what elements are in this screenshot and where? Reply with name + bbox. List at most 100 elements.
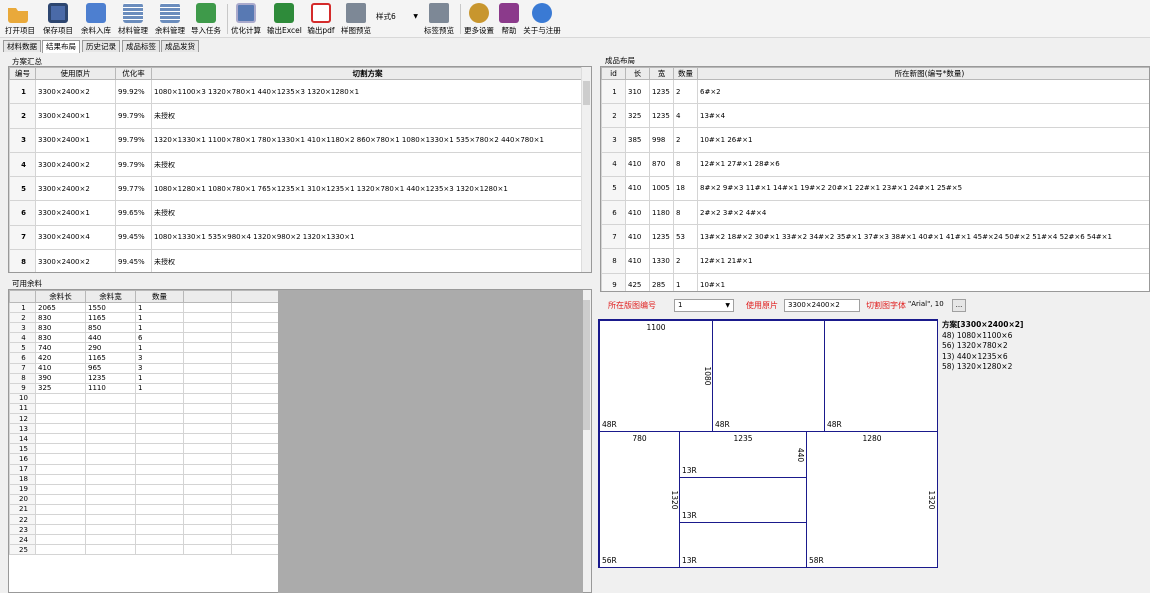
table-cell[interactable]: 1235	[649, 224, 674, 250]
table-cell[interactable]: 99.79%	[115, 151, 152, 178]
table-cell[interactable]: 2#×2 3#×2 4#×4	[697, 199, 1149, 226]
table-cell[interactable]	[85, 463, 136, 475]
table-row[interactable]: 3 385 998 2 10#×1 26#×1	[601, 127, 1149, 153]
table-row[interactable]: 1 3300×2400×2 99.92% 1080×1100×3 1320×780×1…	[9, 78, 584, 105]
table-cell[interactable]	[135, 534, 184, 546]
table-cell[interactable]: 410	[625, 151, 650, 177]
table-cell[interactable]: 4	[9, 151, 36, 178]
table-cell[interactable]: 9	[601, 272, 626, 291]
table-cell[interactable]: 3	[601, 127, 626, 153]
table-cell[interactable]: 2	[601, 103, 626, 129]
table-cell[interactable]: 19	[9, 483, 36, 495]
table-cell[interactable]	[135, 433, 184, 445]
table-cell[interactable]: 310	[625, 78, 650, 105]
table-row[interactable]: 4 410 870 8 12#×1 27#×1 28#×6	[601, 151, 1149, 177]
table-cell[interactable]: 285	[649, 272, 674, 291]
table-cell[interactable]	[85, 392, 136, 404]
column-header[interactable]: 余料长	[35, 290, 86, 303]
column-header[interactable]: 数量	[673, 67, 698, 80]
table-cell[interactable]: 1550	[85, 301, 136, 314]
table-cell[interactable]	[135, 493, 184, 505]
table-cell[interactable]: 99.79%	[115, 127, 152, 153]
table-row[interactable]: 4 3300×2400×2 99.79% 未授权	[9, 151, 584, 178]
table-cell[interactable]: 24	[9, 534, 36, 546]
table-row[interactable]: 2 325 1235 4 13#×4	[601, 103, 1149, 129]
table-cell[interactable]: 99.77%	[115, 176, 152, 202]
table-cell[interactable]: 13#×4	[697, 103, 1149, 129]
table-cell[interactable]	[85, 453, 136, 465]
layout-piece[interactable]: 1235 440 13R	[679, 431, 807, 478]
table-cell[interactable]	[35, 402, 86, 415]
table-cell[interactable]: 998	[649, 127, 674, 153]
table-cell[interactable]: 4	[673, 103, 698, 129]
table-row[interactable]: 7 410 965 3	[9, 362, 280, 374]
table-row[interactable]: 5 410 1005 18 8#×2 9#×3 11#×1 14#×1 19#×2 20…	[601, 175, 1149, 201]
table-cell[interactable]: 1180	[649, 199, 674, 226]
table-cell[interactable]	[135, 524, 184, 536]
column-header[interactable]: 使用原片	[35, 67, 116, 80]
table-cell[interactable]: 12#×1 21#×1	[697, 248, 1149, 274]
layout-piece[interactable]: 1080 48R	[703, 320, 825, 432]
table-cell[interactable]: 3	[9, 127, 36, 153]
layout-piece[interactable]: 780 56R	[599, 431, 680, 568]
table-row[interactable]: 14	[9, 433, 280, 445]
table-cell[interactable]: 99.65%	[115, 200, 152, 226]
table-cell[interactable]: 325	[625, 103, 650, 129]
table-cell[interactable]: 7	[9, 224, 36, 251]
table-cell[interactable]: 11	[9, 402, 36, 415]
table-row[interactable]: 2 830 1165 1	[9, 312, 280, 324]
table-row[interactable]: 4 830 440 6	[9, 332, 280, 344]
table-cell[interactable]: 3300×2400×1	[35, 127, 116, 153]
table-cell[interactable]: 385	[625, 127, 650, 153]
table-cell[interactable]: 1	[9, 78, 36, 105]
table-cell[interactable]	[35, 443, 86, 455]
table-cell[interactable]: 1165	[85, 352, 136, 364]
table-cell[interactable]: 6	[601, 199, 626, 226]
table-row[interactable]: 18	[9, 473, 280, 485]
table-cell[interactable]: 850	[85, 322, 136, 334]
table-row[interactable]: 5 3300×2400×2 99.77% 1080×1280×1 1080×780×1…	[9, 176, 584, 202]
table-cell[interactable]	[35, 433, 86, 445]
table-cell[interactable]: 870	[649, 151, 674, 177]
table-cell[interactable]: 1080×1100×3 1320×780×1 440×1235×3 1320×1…	[151, 78, 584, 105]
table-cell[interactable]: 1	[601, 78, 626, 105]
table-row[interactable]: 6 410 1180 8 2#×2 3#×2 4#×4	[601, 199, 1149, 226]
table-cell[interactable]	[35, 423, 86, 435]
table-cell[interactable]: 410	[35, 362, 86, 374]
table-cell[interactable]: 21	[9, 503, 36, 515]
table-cell[interactable]	[35, 413, 86, 425]
table-cell[interactable]: 740	[35, 342, 86, 354]
table-cell[interactable]: 3300×2400×2	[35, 78, 116, 105]
remnant-management-button[interactable]: 余料管理	[154, 2, 186, 36]
table-cell[interactable]	[85, 443, 136, 455]
table-cell[interactable]: 410	[625, 175, 650, 201]
layout-piece[interactable]: 1320 13R	[670, 477, 807, 523]
table-cell[interactable]: 3	[9, 322, 36, 334]
table-row[interactable]: 9 325 1110 1	[9, 382, 280, 394]
table-cell[interactable]: 425	[625, 272, 650, 291]
table-cell[interactable]: 23	[9, 524, 36, 536]
table-row[interactable]: 1 310 1235 2 6#×2	[601, 78, 1149, 105]
table-cell[interactable]: 830	[35, 332, 86, 344]
table-cell[interactable]	[35, 534, 86, 546]
table-cell[interactable]: 410	[625, 199, 650, 226]
table-cell[interactable]	[135, 513, 184, 526]
table-cell[interactable]	[135, 413, 184, 425]
column-header[interactable]: 长	[625, 67, 650, 80]
table-row[interactable]: 8 390 1235 1	[9, 372, 280, 384]
table-cell[interactable]: 10	[9, 392, 36, 404]
layout-no-select[interactable]: 1 ▼	[674, 299, 734, 312]
table-cell[interactable]: 17	[9, 463, 36, 475]
material-management-button[interactable]: 材料管理	[117, 2, 149, 36]
column-header[interactable]: 优化率	[115, 67, 152, 80]
export-excel-button[interactable]: 输出Excel	[267, 2, 302, 36]
table-cell[interactable]: 2	[673, 78, 698, 105]
more-settings-button[interactable]: 更多设置	[463, 2, 495, 36]
table-cell[interactable]	[35, 524, 86, 536]
label-preview-button[interactable]: 标签预览	[423, 2, 455, 36]
table-cell[interactable]: 8#×2 9#×3 11#×1 14#×1 19#×2 20#×1 22#×1 …	[697, 175, 1149, 201]
summary-scrollbar[interactable]	[581, 67, 591, 272]
table-cell[interactable]: 440	[85, 332, 136, 344]
table-cell[interactable]: 1005	[649, 175, 674, 201]
table-cell[interactable]: 325	[35, 382, 86, 394]
